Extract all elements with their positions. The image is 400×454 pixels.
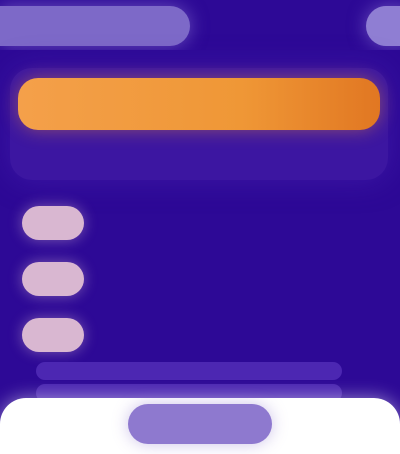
banner-bar[interactable] — [18, 78, 380, 130]
bottom-list-item[interactable] — [36, 362, 342, 380]
top-tab[interactable] — [0, 6, 190, 46]
list-item[interactable] — [20, 258, 380, 314]
list-item[interactable] — [20, 202, 380, 258]
main-panel — [0, 50, 400, 454]
footer-bar — [0, 398, 400, 454]
avatar-icon — [22, 206, 84, 240]
top-right-button[interactable] — [366, 6, 400, 46]
avatar-icon — [22, 318, 84, 352]
banner-card — [10, 68, 388, 180]
avatar-icon — [22, 262, 84, 296]
rows-list — [20, 202, 380, 370]
footer-button[interactable] — [128, 404, 272, 444]
